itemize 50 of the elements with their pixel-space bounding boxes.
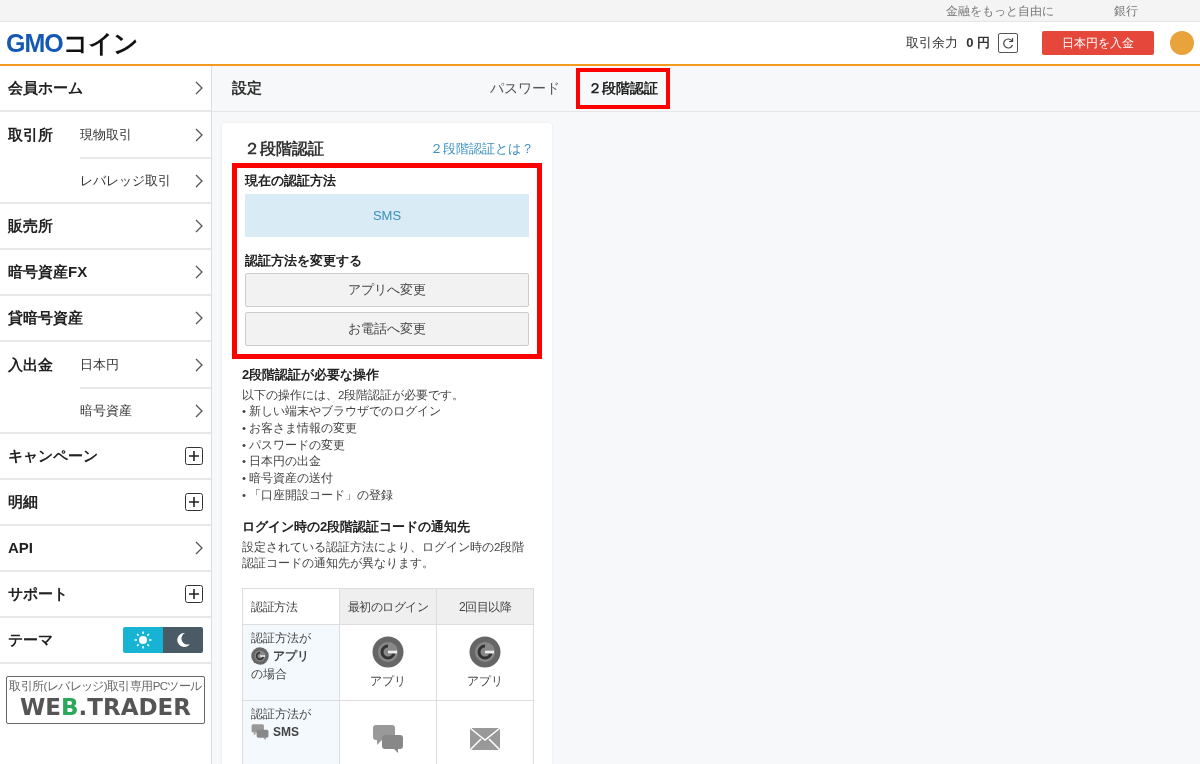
column-header: 2回目以降 <box>436 588 534 625</box>
column-header: 認証方法 <box>242 588 340 625</box>
sidebar-item[interactable]: 暗号資産FX <box>0 250 211 296</box>
sidebar-group-label: 入出金 <box>7 355 54 375</box>
change-method-button[interactable]: アプリへ変更 <box>245 273 529 307</box>
page-title: 設定 <box>232 78 263 99</box>
list-item: • パスワードの変更 <box>242 437 347 453</box>
change-method-button[interactable]: お電話へ変更 <box>245 312 529 346</box>
section-label: 現在の認証方法 <box>245 172 337 190</box>
list-item: • 「口座開設コード」の登録 <box>242 487 395 503</box>
method-name: アプリ <box>273 648 309 666</box>
method-name: SMS <box>273 724 299 742</box>
section-heading: ログイン時の2段階認証コードの通知先 <box>242 518 472 537</box>
theme-label: テーマ <box>8 629 53 650</box>
current-method: SMS <box>245 193 529 237</box>
method-label: アプリ <box>467 672 503 690</box>
sidebar-item[interactable]: 販売所 <box>0 204 211 250</box>
column-header: 最初のログイン <box>339 588 437 625</box>
method-prefix: 認証方法が <box>251 630 312 648</box>
balance-label: 取引余力 <box>906 34 959 53</box>
sidebar-item[interactable]: 明細 <box>0 480 211 526</box>
sidebar-item[interactable]: 貸暗号資産 <box>0 296 211 342</box>
section-heading: 2段階認証が必要な操作 <box>242 366 381 384</box>
method-label: アプリ <box>370 672 406 690</box>
web-trader-logo: WEB.TRADER <box>18 693 193 721</box>
intro-text: 以下の操作には、2段階認証が必要です。 <box>242 387 466 403</box>
description-text: 設定されている認証方法により、ログイン時の2段階認証コードの通知先が異なります。 <box>242 539 526 572</box>
method-suffix: の場合 <box>251 666 288 684</box>
deposit-button[interactable]: 日本円を入金 <box>1042 31 1154 55</box>
list-item: • 暗号資産の送付 <box>242 470 335 486</box>
section-label: 認証方法を変更する <box>245 251 363 270</box>
sidebar-group-label: 取引所 <box>7 125 54 145</box>
help-link[interactable]: ２段階認証とは？ <box>430 139 534 159</box>
tab[interactable]: パスワード <box>482 72 568 105</box>
top-link[interactable]: 金融をもっと自由に <box>946 1 1054 20</box>
sidebar-subitem[interactable]: 現物取引 <box>80 112 211 157</box>
method-prefix: 認証方法が <box>251 706 312 724</box>
sidebar-item[interactable]: API <box>0 526 211 572</box>
list-item: • 日本円の出金 <box>242 454 323 470</box>
sidebar-item[interactable]: 会員ホーム <box>0 66 211 112</box>
web-trader-banner[interactable]: 取引所(レバレッジ)取引専用PCツール WEB.TRADER <box>6 676 205 725</box>
list-item: • お客さま情報の変更 <box>242 420 359 436</box>
sidebar-item[interactable]: サポート <box>0 572 211 618</box>
sidebar-subitem[interactable]: 日本円 <box>80 342 211 387</box>
card-title: ２段階認証 <box>244 139 324 159</box>
balance-value: 0 円 <box>966 34 990 53</box>
sidebar-item[interactable]: キャンペーン <box>0 434 211 480</box>
site-logo[interactable]: GMOコイン <box>6 30 138 56</box>
list-item: • 新しい端末やブラウザでのログイン <box>242 404 443 420</box>
top-link[interactable]: 銀行 <box>1114 1 1138 20</box>
